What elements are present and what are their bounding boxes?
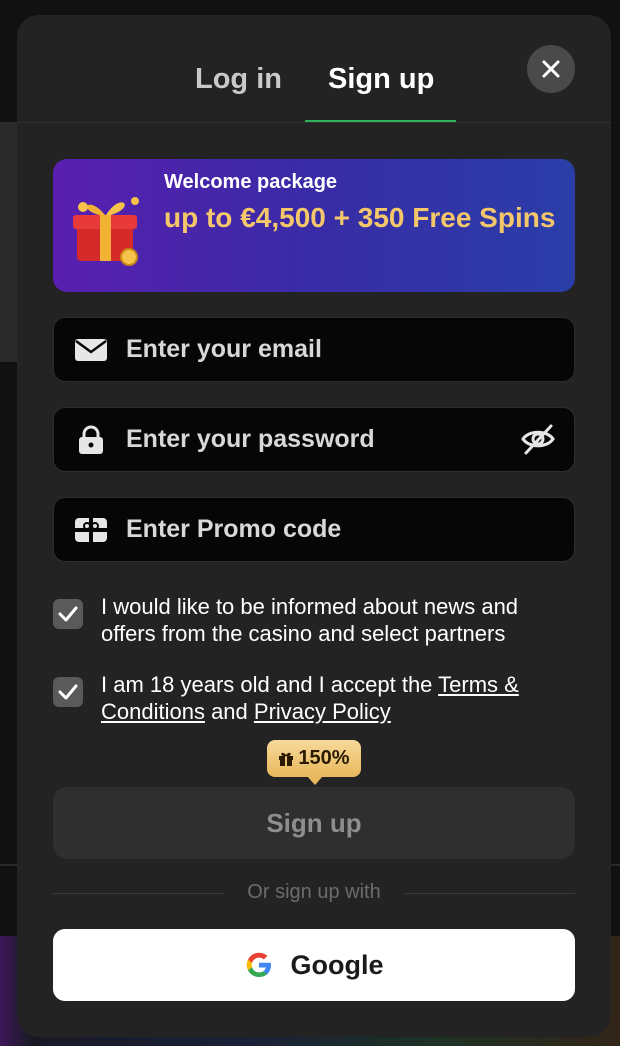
close-button[interactable] xyxy=(527,45,575,93)
password-field-wrapper xyxy=(53,407,575,472)
promo-ticket-icon xyxy=(73,514,109,546)
divider-line-right xyxy=(404,893,575,894)
gift-small-icon xyxy=(279,752,294,766)
google-signup-button[interactable]: Google xyxy=(53,929,575,1001)
tab-signup[interactable]: Sign up xyxy=(328,61,434,97)
age-consent-prefix: I am 18 years old and I accept the xyxy=(101,672,439,697)
eye-off-icon[interactable] xyxy=(520,422,556,456)
promo-field-wrapper xyxy=(53,497,575,562)
news-consent-checkbox[interactable] xyxy=(53,599,83,629)
auth-tabs: Log in Sign up xyxy=(17,15,611,123)
banner-title: Welcome package xyxy=(164,171,338,193)
and-text: and xyxy=(204,699,254,724)
check-icon xyxy=(58,606,78,622)
signup-button[interactable]: Sign up xyxy=(53,787,575,859)
email-input[interactable] xyxy=(126,318,526,381)
privacy-link[interactable]: Privacy Policy xyxy=(254,699,391,724)
lock-icon xyxy=(73,424,109,456)
bonus-badge-text: 150% xyxy=(298,747,350,769)
news-consent-label: I would like to be informed about news a… xyxy=(101,594,519,646)
check-icon xyxy=(58,684,78,700)
google-button-label: Google xyxy=(290,949,384,980)
active-tab-indicator xyxy=(305,120,456,122)
promo-code-input[interactable] xyxy=(126,498,526,561)
background-page-glyph xyxy=(0,150,18,250)
bonus-badge: 150% xyxy=(267,740,361,785)
email-field-wrapper xyxy=(53,317,575,382)
gift-icon xyxy=(73,197,139,266)
age-consent-checkbox[interactable] xyxy=(53,677,83,707)
password-input[interactable] xyxy=(126,408,526,471)
banner-offer: up to €4,500 + 350 Free Spins xyxy=(164,202,556,233)
google-icon xyxy=(246,952,271,977)
welcome-banner: Welcome package up to €4,500 + 350 Free … xyxy=(53,159,575,292)
signup-modal: Log in Sign up Welcome package up to €4,… xyxy=(17,15,611,1037)
close-icon xyxy=(542,60,560,78)
age-consent-label: I am 18 years old and I accept the Terms… xyxy=(101,671,575,725)
tab-login[interactable]: Log in xyxy=(195,61,282,97)
mail-icon xyxy=(73,334,109,366)
